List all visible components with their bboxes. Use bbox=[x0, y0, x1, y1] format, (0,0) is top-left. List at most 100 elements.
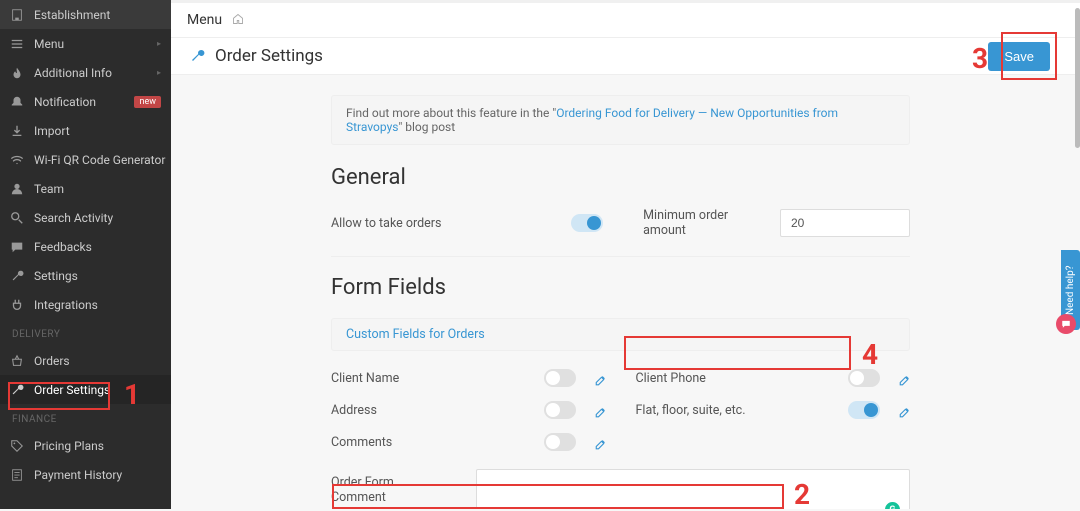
sidebar-item-label: Wi-Fi QR Code Generator bbox=[34, 153, 165, 167]
address-toggle[interactable] bbox=[544, 401, 576, 419]
content-area: Find out more about this feature in the … bbox=[171, 75, 1080, 509]
field-flat-floor: Flat, floor, suite, etc. bbox=[636, 401, 911, 419]
sidebar-item-menu[interactable]: Menu ▸ bbox=[0, 29, 171, 58]
page-header: Order Settings Save bbox=[171, 38, 1080, 75]
sidebar-item-label: Import bbox=[34, 124, 161, 138]
edit-icon[interactable] bbox=[594, 404, 606, 416]
tag-icon bbox=[10, 439, 24, 453]
save-button[interactable]: Save bbox=[988, 42, 1050, 71]
sidebar-item-team[interactable]: Team bbox=[0, 174, 171, 203]
allow-orders-label: Allow to take orders bbox=[331, 216, 571, 231]
sidebar-section-delivery: DELIVERY bbox=[0, 319, 171, 346]
field-label: Client Name bbox=[331, 371, 544, 386]
sidebar-item-label: Notification bbox=[34, 95, 134, 109]
download-icon bbox=[10, 124, 24, 138]
field-comments: Comments bbox=[331, 433, 606, 451]
sidebar-item-pricing-plans[interactable]: Pricing Plans bbox=[0, 431, 171, 460]
basket-icon bbox=[10, 354, 24, 368]
sidebar-item-label: Menu bbox=[34, 37, 157, 51]
plug-icon bbox=[10, 298, 24, 312]
sidebar-item-establishment[interactable]: Establishment bbox=[0, 0, 171, 29]
annotation-number-3: 3 bbox=[972, 42, 988, 75]
user-icon bbox=[10, 182, 24, 196]
field-client-name: Client Name bbox=[331, 369, 606, 387]
wrench-icon bbox=[10, 383, 24, 397]
section-title-general: General bbox=[331, 165, 910, 190]
edit-icon[interactable] bbox=[898, 372, 910, 384]
edit-icon[interactable] bbox=[594, 372, 606, 384]
sidebar-item-payment-history[interactable]: Payment History bbox=[0, 460, 171, 489]
sidebar-item-feedbacks[interactable]: Feedbacks bbox=[0, 232, 171, 261]
edit-icon[interactable] bbox=[594, 436, 606, 448]
annotation-number-4: 4 bbox=[862, 338, 878, 371]
sidebar-section-finance: FINANCE bbox=[0, 404, 171, 431]
custom-fields-link[interactable]: Custom Fields for Orders bbox=[346, 327, 485, 342]
home-icon[interactable] bbox=[232, 13, 244, 28]
wrench-icon bbox=[189, 48, 205, 64]
field-label: Address bbox=[331, 403, 544, 418]
sidebar-item-notification[interactable]: Notification new bbox=[0, 87, 171, 116]
edit-icon[interactable] bbox=[898, 404, 910, 416]
building-icon bbox=[10, 8, 24, 22]
breadcrumb[interactable]: Menu bbox=[187, 12, 222, 28]
scrollbar-thumb[interactable] bbox=[1075, 8, 1080, 148]
min-amount-input[interactable] bbox=[780, 209, 910, 237]
topbar: Menu bbox=[171, 0, 1080, 38]
sidebar-item-label: Settings bbox=[34, 269, 161, 283]
new-badge: new bbox=[134, 96, 161, 108]
order-form-comment-input[interactable] bbox=[476, 469, 910, 509]
sidebar-item-label: Integrations bbox=[34, 298, 161, 312]
flame-icon bbox=[10, 66, 24, 80]
client-phone-toggle[interactable] bbox=[848, 369, 880, 387]
banner-suffix: " blog post bbox=[398, 120, 455, 134]
wrench-icon bbox=[10, 269, 24, 283]
receipt-icon bbox=[10, 468, 24, 482]
field-label: Flat, floor, suite, etc. bbox=[636, 403, 849, 418]
comments-toggle[interactable] bbox=[544, 433, 576, 451]
search-icon bbox=[10, 211, 24, 225]
banner-prefix: Find out more about this feature in the … bbox=[346, 106, 556, 120]
annotation-number-2: 2 bbox=[794, 478, 810, 511]
chevron-right-icon: ▸ bbox=[157, 39, 161, 48]
sidebar-item-orders[interactable]: Orders bbox=[0, 346, 171, 375]
scrollbar[interactable] bbox=[1075, 4, 1080, 509]
sidebar-item-wifi-qr[interactable]: Wi-Fi QR Code Generator bbox=[0, 145, 171, 174]
client-name-toggle[interactable] bbox=[544, 369, 576, 387]
wifi-icon bbox=[10, 153, 24, 167]
sidebar-item-label: Order Settings bbox=[34, 383, 161, 397]
order-form-comment-label: Order Form Comment bbox=[331, 469, 421, 505]
sidebar-item-order-settings[interactable]: Order Settings bbox=[0, 375, 171, 404]
custom-fields-banner: Custom Fields for Orders bbox=[331, 318, 910, 351]
sidebar-item-label: Orders bbox=[34, 354, 161, 368]
sidebar-item-label: Payment History bbox=[34, 468, 161, 482]
sidebar-item-label: Establishment bbox=[34, 8, 161, 22]
field-client-phone: Client Phone bbox=[636, 369, 911, 387]
annotation-number-1: 1 bbox=[124, 378, 140, 411]
section-title-form-fields: Form Fields bbox=[331, 275, 910, 300]
field-label: Comments bbox=[331, 435, 544, 450]
sidebar-item-label: Search Activity bbox=[34, 211, 161, 225]
sidebar-item-label: Pricing Plans bbox=[34, 439, 161, 453]
chat-icon bbox=[10, 240, 24, 254]
sidebar-item-additional-info[interactable]: Additional Info ▸ bbox=[0, 58, 171, 87]
sidebar: Establishment Menu ▸ Additional Info ▸ N… bbox=[0, 0, 171, 509]
menu-icon bbox=[10, 37, 24, 51]
chevron-right-icon: ▸ bbox=[157, 68, 161, 77]
sidebar-item-label: Additional Info bbox=[34, 66, 157, 80]
sidebar-item-integrations[interactable]: Integrations bbox=[0, 290, 171, 319]
sidebar-item-label: Team bbox=[34, 182, 161, 196]
flat-floor-toggle[interactable] bbox=[848, 401, 880, 419]
field-address: Address bbox=[331, 401, 606, 419]
field-label: Client Phone bbox=[636, 371, 849, 386]
chat-bubble-icon[interactable] bbox=[1056, 314, 1076, 334]
allow-orders-toggle[interactable] bbox=[571, 214, 603, 232]
sidebar-item-import[interactable]: Import bbox=[0, 116, 171, 145]
sidebar-item-label: Feedbacks bbox=[34, 240, 161, 254]
divider bbox=[331, 256, 910, 257]
bell-icon bbox=[10, 95, 24, 109]
info-banner: Find out more about this feature in the … bbox=[331, 95, 910, 145]
sidebar-item-search-activity[interactable]: Search Activity bbox=[0, 203, 171, 232]
sidebar-item-settings[interactable]: Settings bbox=[0, 261, 171, 290]
min-amount-label: Minimum order amount bbox=[643, 208, 740, 238]
page-title: Order Settings bbox=[215, 46, 323, 66]
